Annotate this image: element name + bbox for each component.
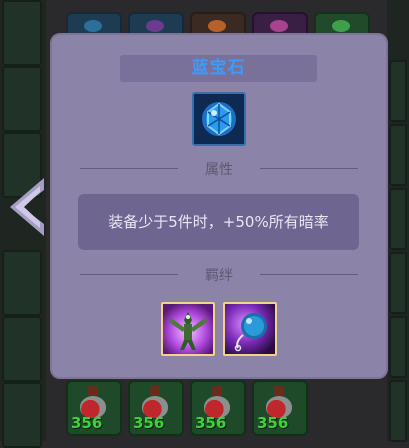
divider	[260, 168, 358, 169]
inventory-slot[interactable]	[2, 66, 42, 132]
divider	[260, 274, 358, 275]
attributes-header: 属性	[205, 162, 233, 178]
back-arrow-icon[interactable]	[10, 178, 44, 236]
potion-icon	[274, 386, 284, 396]
item-count: 356	[71, 414, 103, 432]
inventory-slot[interactable]	[2, 250, 42, 316]
inventory-slot[interactable]	[389, 124, 407, 186]
inventory-slot[interactable]	[389, 252, 407, 314]
inventory-slot[interactable]	[389, 316, 407, 378]
potion-slot[interactable]: 356	[66, 380, 122, 436]
potion-slot[interactable]: 356	[128, 380, 184, 436]
potion-slot[interactable]: 356	[190, 380, 246, 436]
item-count: 356	[257, 414, 289, 432]
potion-slot[interactable]: 356	[252, 380, 308, 436]
inventory-slot[interactable]	[389, 60, 407, 122]
potion-icon	[88, 386, 98, 396]
item-tooltip: 蓝宝石 属性 装备少于5件时，+50%所有暗率 羁绊	[52, 35, 386, 377]
inventory-slot[interactable]	[389, 188, 407, 250]
inventory-right-column	[387, 0, 409, 442]
inventory-slot[interactable]	[389, 380, 407, 442]
sapphire-icon	[192, 92, 246, 146]
attribute-description: 装备少于5件时，+50%所有暗率	[78, 194, 359, 250]
potion-icon	[150, 386, 160, 396]
bomb-icon[interactable]	[223, 302, 277, 356]
inventory-slot[interactable]	[2, 316, 42, 382]
item-count: 356	[195, 414, 227, 432]
bonds-header: 羁绊	[205, 268, 233, 284]
item-count: 356	[133, 414, 165, 432]
item-name: 蓝宝石	[120, 55, 317, 82]
inventory-slot[interactable]	[2, 382, 42, 448]
potion-icon	[212, 386, 222, 396]
wood-golem-icon[interactable]	[161, 302, 215, 356]
inventory-slot[interactable]	[2, 0, 42, 66]
